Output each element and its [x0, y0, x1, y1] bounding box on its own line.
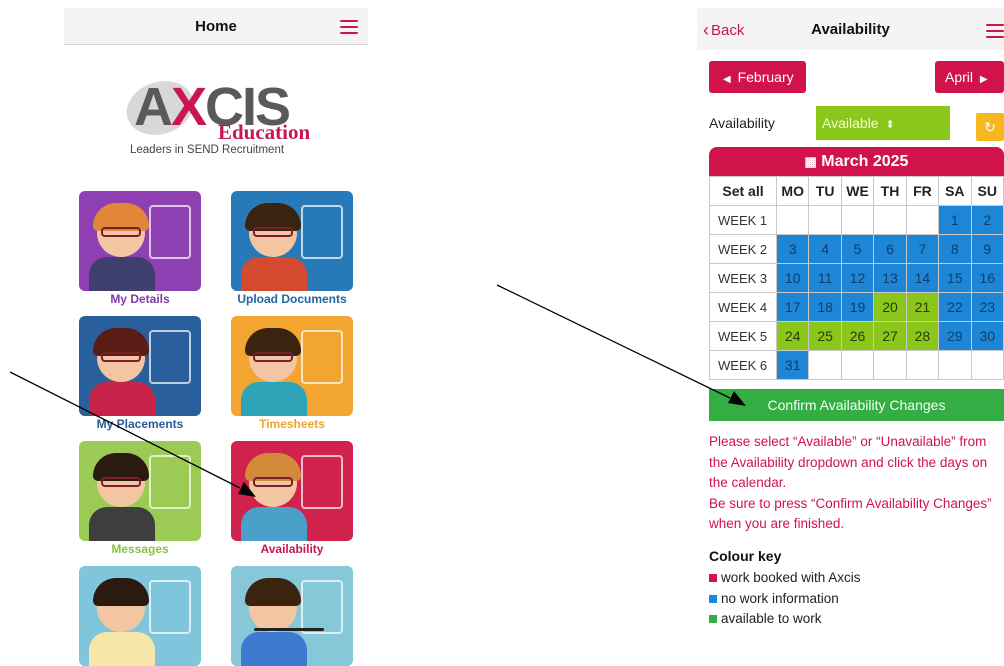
home-indicator [254, 628, 324, 631]
tile-illustration [89, 632, 155, 666]
arrowhead-right [728, 391, 746, 406]
arrow-line-right [496, 284, 731, 399]
annotation-arrows [9, 284, 746, 497]
arrow-line-left [9, 371, 241, 489]
arrowhead-left [238, 482, 256, 497]
tile-illustration [241, 632, 307, 666]
